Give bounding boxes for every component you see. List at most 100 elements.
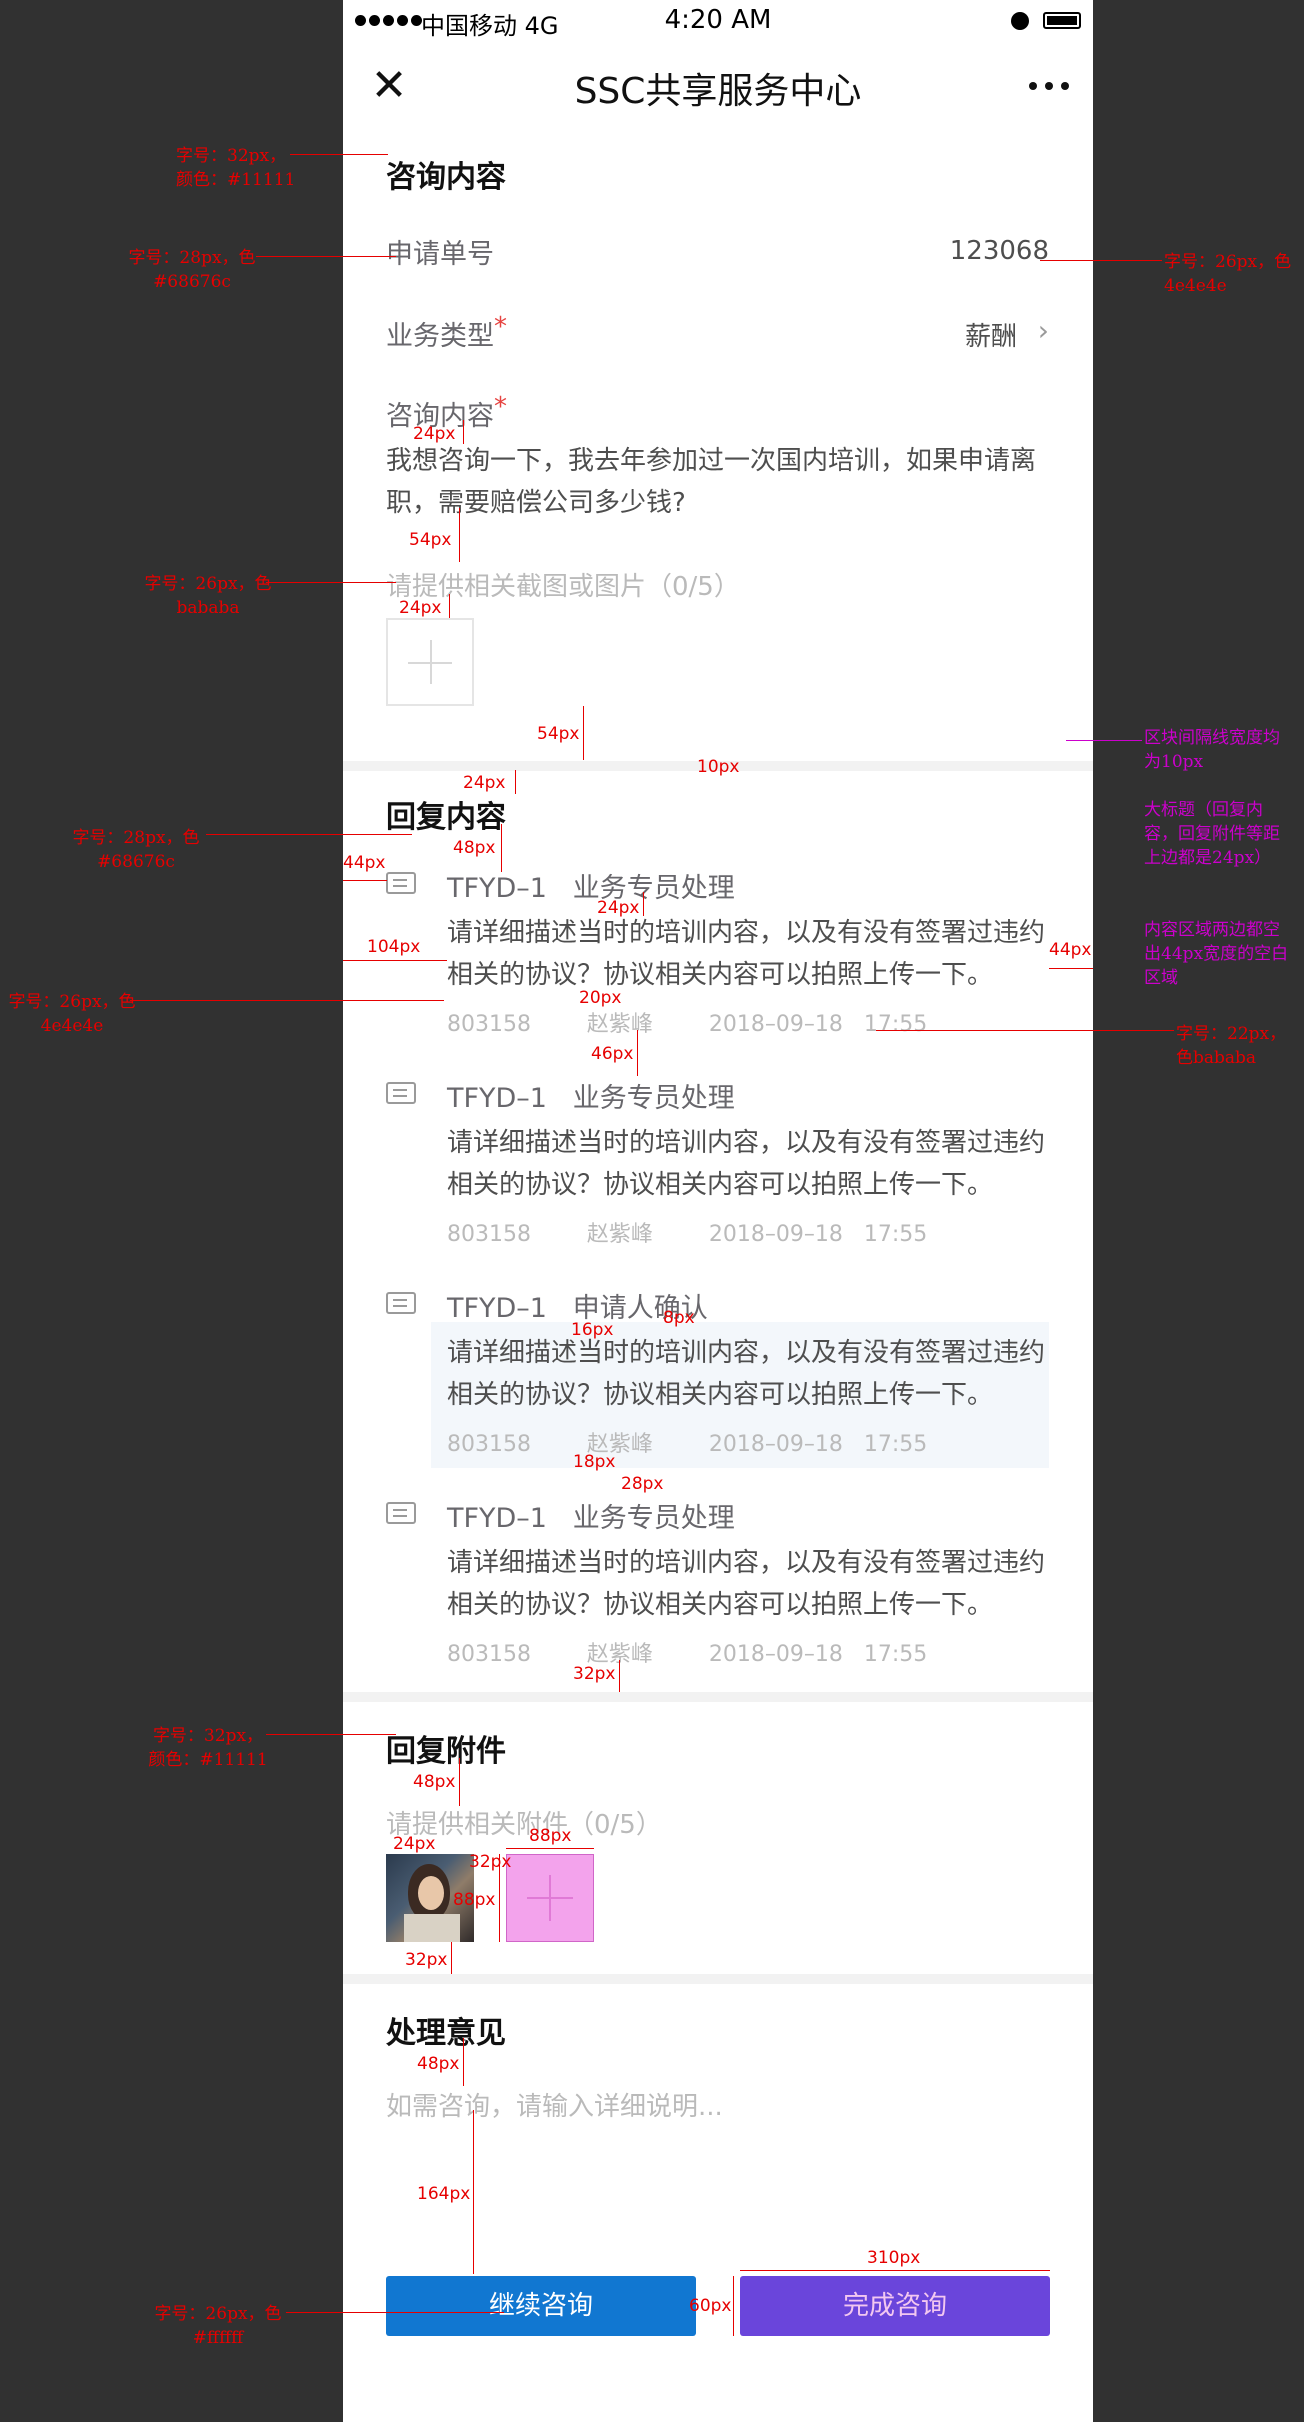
measure-line	[619, 1660, 620, 1692]
biz-type-label: 业务类型	[386, 321, 494, 352]
measure-label: 24px	[413, 424, 456, 444]
reply-title: TFYD–1 业务专员处理	[447, 1503, 735, 1534]
annotation-note: 字号：26px，色4e4e4e	[1164, 252, 1292, 296]
add-attachment-button[interactable]	[506, 1854, 594, 1942]
measure-label: 310px	[867, 2248, 921, 2268]
measure-line	[473, 2110, 474, 2274]
measure-label: 24px	[399, 598, 442, 618]
measure-line	[506, 1848, 594, 1849]
measure-label: 32px	[405, 1950, 448, 1970]
annotation-leader	[1040, 260, 1162, 261]
measure-label: 44px	[1049, 940, 1092, 960]
annotation-leader	[290, 154, 388, 155]
measure-label: 60px	[689, 2296, 732, 2316]
reply-title: TFYD–1 业务专员处理	[447, 1083, 735, 1114]
opinion-section-title: 处理意见	[386, 2016, 506, 2051]
finish-consult-button[interactable]: 完成咨询	[740, 2276, 1050, 2336]
consult-section-title: 咨询内容	[386, 160, 506, 195]
measure-label: 16px	[571, 1320, 614, 1340]
reply-content: 请详细描述当时的培训内容，以及有没有签署过违约相关的协议？协议相关内容可以拍照上…	[447, 918, 1046, 990]
annotation-note: 字号：26px，色4e4e4e	[8, 992, 136, 1036]
annotation-leader	[286, 2312, 504, 2313]
annotation-leader	[266, 1734, 396, 1735]
measure-line	[733, 2276, 734, 2336]
reply-meta: 803158 赵紫峰 2018–09–18 17:55	[447, 1432, 928, 1457]
measure-line	[459, 1758, 460, 1806]
continue-consult-button[interactable]: 继续咨询	[386, 2276, 696, 2336]
measure-label: 32px	[469, 1852, 512, 1872]
measure-line	[643, 892, 644, 916]
measure-label: 32px	[573, 1664, 616, 1684]
measure-label: 10px	[697, 757, 740, 777]
annotation-note: 字号：26px，色bababa	[144, 574, 272, 618]
annotation-leader	[206, 834, 412, 835]
reply-meta: 803158 赵紫峰 2018–09–18 17:55	[447, 1642, 928, 1667]
measure-label: 24px	[393, 1834, 436, 1854]
measure-label: 54px	[537, 724, 580, 744]
annotation-note: 字号：22px，色bababa	[1176, 1024, 1287, 1068]
measure-line	[459, 508, 460, 562]
nav-bar: ✕ SSC共享服务中心	[343, 40, 1093, 132]
more-icon[interactable]	[1029, 82, 1069, 90]
annotation-leader	[266, 582, 396, 583]
measure-line	[449, 594, 450, 618]
measure-label: 24px	[597, 898, 640, 918]
alarm-icon	[1011, 12, 1029, 30]
annotation-note: 字号：28px，色#68676c	[128, 248, 256, 292]
measure-line	[463, 2038, 464, 2086]
measure-label: 24px	[463, 773, 506, 793]
comment-icon	[386, 1292, 416, 1314]
reply-meta: 803158 赵紫峰 2018–09–18 17:55	[447, 1222, 928, 1247]
measure-label: 48px	[453, 838, 496, 858]
measure-line	[343, 880, 387, 881]
reply-title: TFYD–1 业务专员处理	[447, 873, 735, 904]
measure-label: 54px	[409, 530, 452, 550]
measure-label: 48px	[413, 1772, 456, 1792]
measure-line	[740, 2270, 1050, 2271]
replies-section-title: 回复内容	[386, 800, 506, 835]
measure-label: 48px	[417, 2054, 460, 2074]
battery-icon	[1043, 12, 1081, 29]
measure-label: 104px	[367, 937, 421, 957]
measure-label: 44px	[343, 853, 386, 873]
measure-line	[637, 1030, 638, 1076]
measure-line	[499, 1854, 500, 1942]
measure-label: 88px	[529, 1826, 572, 1846]
measure-label: 8px	[663, 1308, 695, 1328]
reply-content: 请详细描述当时的培训内容，以及有没有签署过违约相关的协议？协议相关内容可以拍照上…	[447, 1548, 1046, 1620]
required-mark: *	[494, 312, 507, 342]
biz-type-value[interactable]: 薪酬	[965, 316, 1017, 353]
reply-content: 请详细描述当时的培训内容，以及有没有签署过违约相关的协议？协议相关内容可以拍照上…	[447, 1338, 1046, 1410]
consult-content-text: 我想咨询一下，我去年参加过一次国内培训，如果申请离职，需要赔偿公司多少钱?	[386, 446, 1037, 518]
measure-line	[501, 824, 502, 872]
comment-icon	[386, 1502, 416, 1524]
annotation-note: 字号：32px，颜色：#11111	[176, 146, 296, 190]
annotation-note: 内容区域两边都空出44px宽度的空白区域	[1144, 920, 1289, 988]
chevron-right-icon[interactable]: ›	[1038, 314, 1049, 347]
section-divider	[343, 1974, 1093, 1984]
measure-label: 28px	[621, 1474, 664, 1494]
apply-no-value: 123068	[949, 236, 1049, 266]
annotation-leader	[256, 256, 396, 257]
status-time: 4:20 AM	[664, 5, 772, 35]
status-bar: 中国移动 4G 4:20 AM	[343, 0, 1093, 40]
phone-screen: 中国移动 4G 4:20 AM ✕ SSC共享服务中心 咨询内容 申请单号 12…	[343, 0, 1093, 2422]
required-mark: *	[494, 392, 507, 422]
measure-line	[343, 960, 447, 961]
add-image-button[interactable]	[386, 618, 474, 706]
apply-no-label: 申请单号	[386, 239, 494, 270]
measure-line	[583, 706, 584, 760]
annotation-note: 字号：32px，颜色：#11111	[148, 1726, 268, 1770]
page-title: SSC共享服务中心	[574, 71, 862, 112]
measure-label: 88px	[453, 1890, 496, 1910]
measure-label: 18px	[573, 1452, 616, 1472]
reply-content: 请详细描述当时的培训内容，以及有没有签署过违约相关的协议？协议相关内容可以拍照上…	[447, 1128, 1046, 1200]
opinion-input[interactable]: 如需咨询，请输入详细说明...	[386, 2086, 1050, 2276]
annotation-note: 字号：28px，色#68676c	[72, 828, 200, 872]
biz-type-row[interactable]: 业务类型*	[386, 312, 507, 353]
annotation-note: 字号：26px，色#ffffff	[154, 2304, 282, 2348]
measure-line	[451, 1942, 452, 1974]
annotation-leader	[1066, 740, 1142, 741]
annotation-note: 大标题（回复内容，回复附件等距上边都是24px）	[1144, 800, 1280, 868]
reply-meta: 803158 赵紫峰 2018–09–18 17:55	[447, 1012, 928, 1037]
